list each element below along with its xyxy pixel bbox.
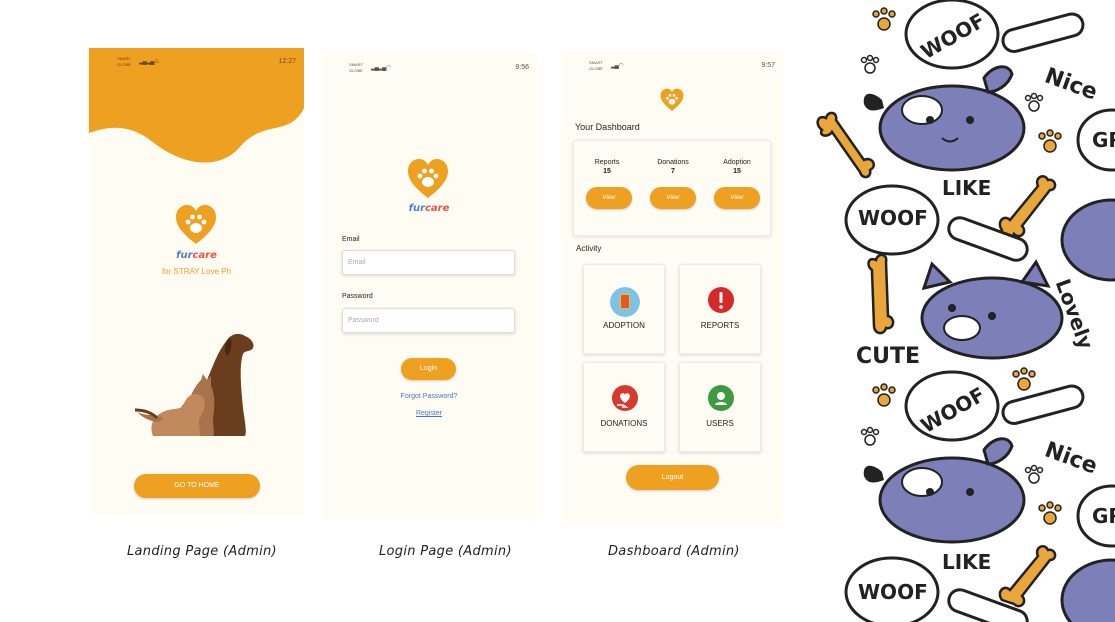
pattern-word: GR <box>1092 504 1115 528</box>
view-reports-button[interactable]: View <box>586 187 632 209</box>
tile-adoption[interactable]: ADOPTION <box>583 264 665 354</box>
brand-logo-text: furcare <box>321 203 537 214</box>
stat-adoption: Adoption 15 <box>712 159 762 175</box>
pattern-word: WOOF <box>858 580 928 604</box>
tile-label: ADOPTION <box>603 321 645 330</box>
register-link[interactable]: Register <box>321 410 537 417</box>
dog-face-4 <box>1060 198 1115 622</box>
brand-fur: fur <box>408 203 425 214</box>
pattern-word: CUTE <box>856 344 921 369</box>
stat-value: 15 <box>733 168 741 175</box>
signal-icon: ▂▄ ▂▄ ⚠ <box>139 59 159 65</box>
signal-icon: ▂▄ ◠ <box>611 63 624 69</box>
caption-dashboard: Dashboard (Admin) <box>608 544 740 559</box>
caption-login: Login Page (Admin) <box>379 544 512 559</box>
stat-label: Adoption <box>723 159 751 166</box>
login-button[interactable]: Login <box>401 358 456 380</box>
heart-paw-logo <box>408 159 448 198</box>
email-field[interactable]: Email <box>342 250 515 275</box>
stat-donations: Donations 7 <box>648 159 698 175</box>
pattern-word: GR <box>1092 128 1115 152</box>
forgot-password-link[interactable]: Forgot Password? <box>321 393 537 400</box>
carrier-label: SMART GLOBE <box>117 56 131 67</box>
email-label: Email <box>342 236 360 243</box>
stat-value: 7 <box>671 168 675 175</box>
heart-paw-logo <box>660 88 684 111</box>
dog-face-2 <box>920 259 1064 360</box>
dashboard-title: Your Dashboard <box>575 122 640 132</box>
status-time: 9:56 <box>515 64 529 71</box>
carrier-label: SMART GLOBE <box>589 60 603 71</box>
brand-fur: fur <box>176 250 193 261</box>
stat-reports: Reports 15 <box>582 159 632 175</box>
caption-landing: Landing Page (Admin) <box>127 544 277 559</box>
password-label: Password <box>342 293 373 300</box>
brand-care: care <box>425 203 450 214</box>
stat-value: 15 <box>603 168 611 175</box>
activity-title: Activity <box>576 244 602 253</box>
pattern-word: WOOF <box>858 206 928 230</box>
dashboard-screen: SMART GLOBE ▂▄ ◠ 9:57 Your Dashboard Rep… <box>561 52 783 522</box>
tile-reports[interactable]: REPORTS <box>679 264 761 354</box>
dog-doodle-pattern: WOOF Nice LIKE WOOF CUTE Lovely WOOF Nic… <box>812 0 1115 622</box>
status-bar: SMART GLOBE ▂▄ ▂▄ ◠ 9:56 <box>321 54 537 76</box>
stats-card: Reports 15 Donations 7 Adoption 15 View … <box>573 140 771 236</box>
donation-icon <box>612 385 638 411</box>
dog-cat-illustration <box>135 333 254 436</box>
status-time: 9:57 <box>761 62 775 69</box>
carrier-label: SMART GLOBE <box>349 62 363 73</box>
go-to-home-button[interactable]: GO TO HOME <box>134 474 260 498</box>
users-icon <box>708 385 734 411</box>
tagline: for STRAY Love Ph <box>161 267 232 276</box>
tile-users[interactable]: USERS <box>679 362 761 452</box>
logout-button[interactable]: Logout <box>626 465 719 490</box>
pattern-word: LIKE <box>942 550 992 574</box>
heart-paw-logo <box>176 205 216 244</box>
brand-logo-text: furcare <box>89 250 304 261</box>
tile-donations[interactable]: DONATIONS <box>583 362 665 452</box>
login-screen: SMART GLOBE ▂▄ ▂▄ ◠ 9:56 furcare Email E… <box>321 54 537 520</box>
status-bar: SMART GLOBE ▂▄ ▂▄ ⚠ 12:27 <box>89 48 304 70</box>
landing-screen: SMART GLOBE ▂▄ ▂▄ ⚠ 12:27 furcare for ST… <box>89 48 304 513</box>
dog-face-1 <box>863 65 1026 172</box>
brand-care: care <box>192 250 217 261</box>
dog-face-3 <box>863 437 1026 544</box>
tile-label: USERS <box>706 419 734 428</box>
status-time: 12:27 <box>278 58 296 65</box>
tile-label: DONATIONS <box>600 419 648 428</box>
stage: SMART GLOBE ▂▄ ▂▄ ⚠ 12:27 furcare for ST… <box>0 0 1115 622</box>
adoption-icon <box>610 287 640 317</box>
alert-icon <box>708 287 734 313</box>
view-donations-button[interactable]: View <box>650 187 696 209</box>
password-field[interactable]: Password <box>342 308 515 333</box>
signal-icon: ▂▄ ▂▄ ◠ <box>371 65 391 71</box>
status-bar: SMART GLOBE ▂▄ ◠ 9:57 <box>561 52 783 74</box>
stat-label: Donations <box>657 159 689 166</box>
stat-label: Reports <box>594 159 620 166</box>
pattern-word: LIKE <box>942 176 992 200</box>
tile-label: REPORTS <box>700 321 740 330</box>
view-adoption-button[interactable]: View <box>714 187 760 209</box>
